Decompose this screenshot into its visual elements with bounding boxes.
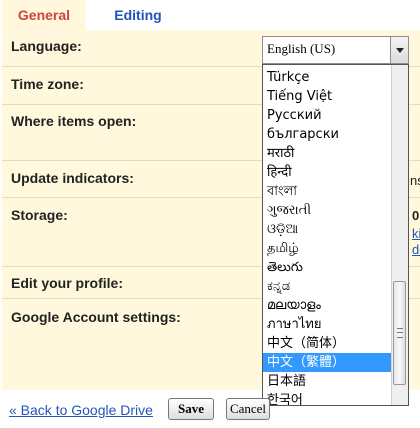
language-option[interactable]: български — [263, 125, 392, 144]
language-options: Türkçe Tiếng Việt Русский български मराठी हिन… — [263, 68, 392, 405]
language-dropdown-list[interactable]: Türkçe Tiếng Việt Русский български मराठी हिन… — [262, 64, 409, 406]
language-option[interactable]: മലയാളം — [263, 296, 392, 315]
language-select[interactable]: English (US) — [262, 36, 409, 64]
language-option[interactable]: हिन्दी — [263, 163, 392, 182]
language-option[interactable]: ગુજરાતી — [263, 201, 392, 220]
language-option[interactable]: ಕನ್ನಡ — [263, 277, 392, 296]
tab-editing[interactable]: Editing — [98, 0, 178, 30]
language-option[interactable]: 中文（简体） — [263, 334, 392, 353]
language-option[interactable]: தமிழ் — [263, 239, 392, 258]
settings-tabs: General Editing — [0, 0, 420, 30]
language-option[interactable]: Türkçe — [263, 68, 392, 87]
language-label: Language: — [11, 38, 82, 54]
storage-label: Storage: — [11, 207, 68, 223]
storage-link[interactable]: de — [412, 242, 420, 257]
storage-link[interactable]: ki — [412, 226, 420, 241]
storage-usage-text: 0 — [412, 208, 420, 223]
where-items-open-label: Where items open: — [11, 113, 137, 129]
back-to-drive-link[interactable]: « Back to Google Drive — [9, 402, 153, 418]
language-option[interactable]: Tiếng Việt — [263, 87, 392, 106]
edit-profile-label: Edit your profile: — [11, 275, 123, 291]
language-option[interactable]: ภาษาไทย — [263, 315, 392, 334]
language-option[interactable]: বাংলা — [263, 182, 392, 201]
update-indicators-option-text: ns — [410, 173, 420, 188]
update-indicators-label: Update indicators: — [11, 170, 134, 186]
scrollbar-thumb[interactable] — [393, 281, 406, 385]
time-zone-label: Time zone: — [11, 76, 84, 92]
save-button[interactable]: Save — [168, 398, 214, 420]
footer-bar: « Back to Google Drive Save Cancel — [0, 396, 420, 428]
language-option[interactable]: मराठी — [263, 144, 392, 163]
dropdown-scrollbar[interactable] — [391, 65, 408, 405]
language-select-value: English (US) — [267, 41, 336, 56]
language-option[interactable]: ଓଡ଼ିଆ — [263, 220, 392, 239]
tab-general[interactable]: General — [2, 0, 86, 30]
google-account-label: Google Account settings: — [11, 309, 181, 325]
language-option[interactable]: Русский — [263, 106, 392, 125]
chevron-down-icon[interactable] — [390, 37, 408, 63]
language-option[interactable]: 中文（繁體） — [263, 353, 392, 372]
cancel-button[interactable]: Cancel — [226, 398, 270, 420]
grip-icon — [397, 328, 403, 338]
language-option[interactable]: 日本語 — [263, 372, 392, 391]
language-option[interactable]: తెలుగు — [263, 258, 392, 277]
